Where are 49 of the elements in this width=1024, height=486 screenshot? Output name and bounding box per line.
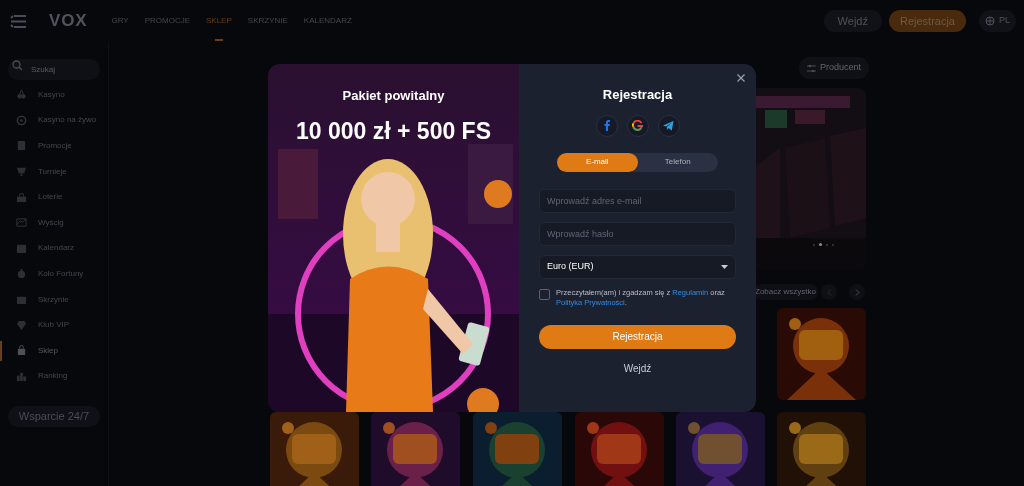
close-icon [736,73,746,83]
facebook-button[interactable] [595,114,618,137]
login-link[interactable]: Wejdź [623,360,652,376]
briefcase-icon [16,191,27,203]
filter-icon [807,63,816,73]
sidebar-item[interactable]: Sklep [8,340,58,361]
caret-icon [721,264,728,269]
menu-icon[interactable] [10,14,27,28]
chart-icon [16,217,27,229]
telegram-button[interactable] [657,114,680,137]
chip-icon [16,114,27,126]
producer-button[interactable]: Producent [799,57,870,79]
bag-icon [16,345,27,357]
producer-label: Producent [820,61,862,75]
search-icon [12,60,23,71]
password-field[interactable]: Wprowadź hasło [539,221,736,246]
currency-dropdown[interactable]: Euro (EUR) [539,254,736,279]
globe-icon [985,16,995,26]
chevron-right-icon [854,288,860,296]
sidebar-item[interactable]: Turnieje [8,161,67,182]
google-icon [632,120,643,131]
language-label: PL [999,14,1010,28]
diamond-icon [16,319,27,331]
paper-plane-icon [663,120,674,131]
nav-tab[interactable]: SKLEP [206,1,232,41]
modal-title: Rejestracja [602,86,673,104]
close-button[interactable] [736,73,746,83]
bar-chart-icon [16,370,27,382]
nav-tab[interactable]: KALENDARZ [303,1,352,41]
register-submit-button[interactable]: Rejestracja [539,324,736,349]
trophy-icon [16,166,27,178]
search-field[interactable]: Szukaj [8,59,100,80]
method-tab[interactable]: E-mail [557,152,638,172]
see-all-link[interactable]: Zobacz wszystko [753,284,818,300]
method-tab[interactable]: Telefon [637,152,718,172]
email-field[interactable]: Wprowadź adres e-mail [539,188,736,213]
sidebar-item[interactable]: Wyścig [8,212,64,233]
google-button[interactable] [626,114,649,137]
support-button[interactable]: Wsparcie 24/7 [8,406,100,428]
cherry-icon [16,89,27,101]
logo[interactable]: VOX [49,8,88,34]
language-button[interactable]: PL [979,10,1016,32]
nav-tab[interactable]: PROMOCJE [144,1,190,41]
login-button[interactable]: Wejdź [823,10,882,32]
facebook-icon [603,120,610,131]
consent-checkbox[interactable] [539,288,550,300]
currency-value: Euro (EUR) [547,259,594,273]
next-button[interactable] [849,284,865,300]
register-button[interactable]: Rejestracja [888,10,966,32]
